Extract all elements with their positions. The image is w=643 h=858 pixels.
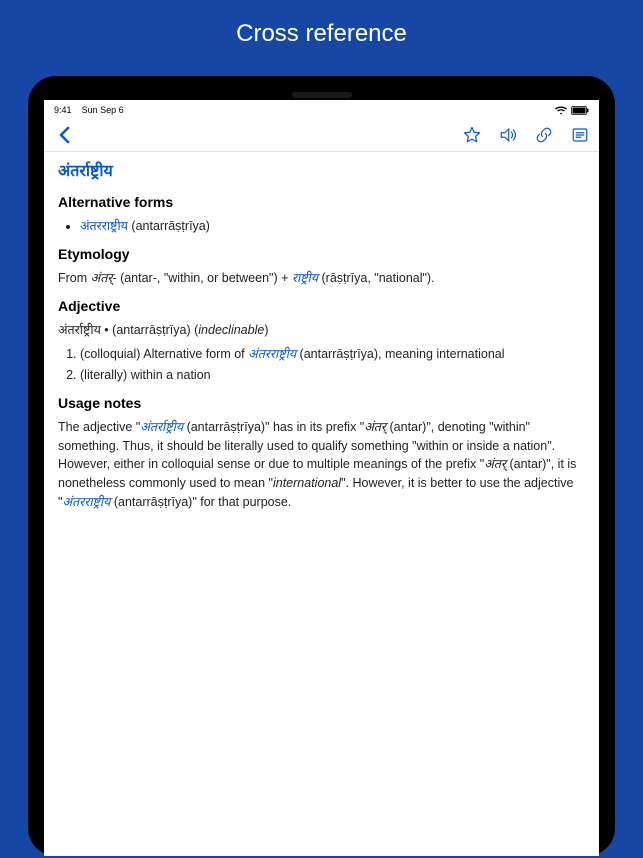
u-t2: (antarrāṣṭrīya)" has in its prefix " [183,420,364,434]
wifi-icon [555,106,567,115]
altforms-list: अंतरराष्ट्रीय (antarrāṣṭrīya) [80,217,585,236]
senses-list: (colloquial) Alternative form of अंतरराष… [80,345,585,385]
adjective-headline: अंतर्राष्ट्रीय • (antarrāṣṭrīya) (indecl… [58,321,585,340]
content-area[interactable]: अंतर्राष्ट्रीय Alternative forms अंतरराष… [44,152,599,856]
star-icon[interactable] [463,126,481,144]
u-link2[interactable]: अंतरराष्ट्रीय [62,495,110,509]
note-icon[interactable] [571,126,589,144]
toolbar [44,118,599,152]
etymology-heading: Etymology [58,244,585,265]
adj-rest: • (antarrāṣṭrīya) ( [101,323,198,337]
etym-root2-gloss: (rāṣṭrīya, "national"). [318,271,435,285]
speaker-icon[interactable] [499,126,517,144]
adj-word: अंतर्राष्ट्रीय [58,323,101,337]
altform-roman: (antarrāṣṭrīya) [128,219,210,233]
list-item: अंतरराष्ट्रीय (antarrāṣṭrīya) [80,217,585,236]
screen: 9:41 Sun Sep 6 [44,100,599,856]
altforms-heading: Alternative forms [58,192,585,213]
sense-pre: (literally) within a nation [80,368,211,382]
u-i2: अंतर् [484,457,506,471]
notch-bar [44,92,599,98]
back-button[interactable] [54,125,76,145]
list-item: (colloquial) Alternative form of अंतरराष… [80,345,585,364]
altform-link[interactable]: अंतरराष्ट्रीय [80,219,128,233]
status-date: Sun Sep 6 [82,105,124,115]
notch [292,92,352,98]
etymology-text: From अंतर्- (antar-, "within, or between… [58,269,585,288]
status-bar: 9:41 Sun Sep 6 [44,100,599,118]
headword: अंतर्राष्ट्रीय [58,160,585,184]
u-link1[interactable]: अंतर्राष्ट्रीय [140,420,183,434]
sense-post: (antarrāṣṭrīya), meaning international [296,347,504,361]
list-item: (literally) within a nation [80,366,585,385]
adj-close: ) [264,323,268,337]
u-t6: (antarrāṣṭrīya)" for that purpose. [110,495,291,509]
etym-root1-gloss: (antar-, "within, or between") + [117,271,292,285]
battery-icon [571,106,589,115]
u-i1: अंतर् [364,420,386,434]
status-left: 9:41 Sun Sep 6 [54,105,124,115]
sense-link[interactable]: अंतरराष्ट्रीय [248,347,296,361]
toolbar-actions [463,126,589,144]
link-icon[interactable] [535,126,553,144]
etym-root2-link[interactable]: राष्ट्रीय [292,271,318,285]
tablet-frame: 9:41 Sun Sep 6 [28,76,615,856]
usage-heading: Usage notes [58,393,585,414]
etym-root1: अंतर्- [91,271,117,285]
adj-indecl: indeclinable [198,323,264,337]
sense-pre: (colloquial) Alternative form of [80,347,248,361]
etym-prefix: From [58,271,91,285]
status-right [555,106,589,115]
status-time: 9:41 [54,105,72,115]
u-i3: international [273,476,341,490]
adjective-heading: Adjective [58,296,585,317]
page-title: Cross reference [0,0,643,76]
usage-text: The adjective "अंतर्राष्ट्रीय (antarrāṣṭ… [58,418,585,512]
u-t1: The adjective " [58,420,140,434]
